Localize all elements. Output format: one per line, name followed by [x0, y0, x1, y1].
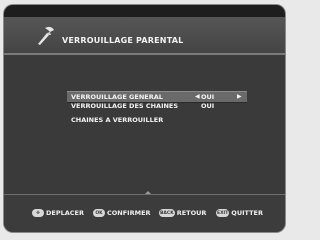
hint-deplacer: ✥ DEPLACER — [32, 208, 84, 218]
menu-item-value: OUI — [201, 102, 215, 110]
menu-item-verrouillage-chaines[interactable]: VERROUILLAGE DES CHAINES OUI — [67, 101, 247, 111]
hint-retour: BACK RETOUR — [159, 208, 206, 218]
hint-label: RETOUR — [176, 209, 207, 217]
dpad-icon: ✥ — [32, 209, 44, 217]
ok-key-icon: OK — [93, 209, 105, 217]
parental-lock-screen: VERROUILLAGE PARENTAL VERROUILLAGE GENER… — [4, 5, 285, 232]
hint-label: QUITTER — [231, 209, 263, 217]
hint-confirmer: OK CONFIRMER — [93, 208, 151, 218]
exit-key-icon: EXIT — [216, 209, 230, 217]
hint-quitter: EXIT QUITTER — [216, 208, 263, 218]
menu-item-label: VERROUILLAGE DES CHAINES — [71, 102, 179, 110]
top-strip — [4, 5, 285, 17]
wrench-icon — [38, 26, 54, 45]
page-title: VERROUILLAGE PARENTAL — [62, 36, 184, 45]
menu-panel — [4, 55, 285, 195]
hint-label: DEPLACER — [46, 209, 84, 217]
hint-label: CONFIRMER — [107, 209, 151, 217]
menu-item-label: CHAINES A VERROUILLER — [71, 116, 164, 124]
menu-item-chaines-a-verrouiller[interactable]: CHAINES A VERROUILLER — [67, 115, 247, 125]
back-key-icon: BACK — [159, 209, 175, 217]
